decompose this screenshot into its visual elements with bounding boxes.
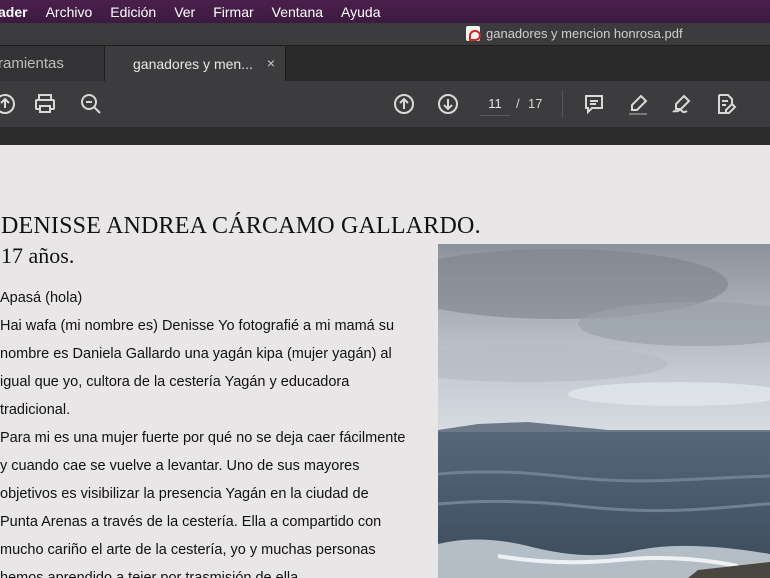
app-menu[interactable]: ader <box>0 4 37 20</box>
tab-document-label: ganadores y men... <box>133 56 253 72</box>
menu-firmar[interactable]: Firmar <box>204 4 262 20</box>
text-line: Punta Arenas a través de la cestería. El… <box>0 514 382 530</box>
text-line: y cuando cae se vuelve a levantar. Uno d… <box>0 458 360 474</box>
zoom-icon[interactable] <box>78 91 104 117</box>
window-title: ganadores y mencion honrosa.pdf <box>466 26 683 41</box>
seascape-photo <box>438 244 770 578</box>
tab-document[interactable]: ganadores y men... × <box>104 46 286 82</box>
document-page[interactable]: DENISSE ANDREA CÁRCAMO GALLARDO. 17 años… <box>0 145 770 578</box>
text-line: objetivos es visibilizar la presencia Ya… <box>0 486 369 502</box>
tab-tools[interactable]: ramientas <box>0 46 104 81</box>
comment-icon[interactable] <box>581 91 607 117</box>
page-separator: / <box>516 96 520 111</box>
text-line: nombre es Daniela Gallardo una yagán kip… <box>0 346 392 362</box>
toolbar: / 17 <box>0 81 770 127</box>
document-body: Apasá (hola) Hai wafa (mi nombre es) Den… <box>0 288 432 578</box>
menu-bar: ader Archivo Edición Ver Firmar Ventana … <box>0 0 770 23</box>
edit-pdf-icon[interactable] <box>713 91 739 117</box>
page-number-input[interactable] <box>480 92 510 116</box>
text-line: mucho cariño el arte de la cestería, yo … <box>0 542 376 558</box>
text-line: tradicional. <box>0 402 71 418</box>
document-age: 17 años. <box>1 243 75 268</box>
text-line: Para mi es una mujer fuerte por qué no s… <box>0 430 406 446</box>
close-icon[interactable]: × <box>267 55 275 71</box>
menu-edicion[interactable]: Edición <box>101 4 165 20</box>
tab-bar: ramientas ganadores y men... × <box>0 45 770 82</box>
upload-icon[interactable] <box>0 91 18 117</box>
page-total: 17 <box>528 96 543 111</box>
tab-tools-label: ramientas <box>0 55 64 72</box>
menu-ver[interactable]: Ver <box>165 4 204 20</box>
text-line: Hai wafa (mi nombre es) Denisse Yo fotog… <box>0 318 395 334</box>
text-line: hemos aprendido a tejer por trasmisión d… <box>0 570 303 578</box>
menu-archivo[interactable]: Archivo <box>37 4 102 20</box>
page-up-icon[interactable] <box>391 91 417 117</box>
text-line: Apasá (hola) <box>0 290 83 306</box>
pdf-file-icon <box>466 26 481 41</box>
highlight-icon[interactable] <box>625 91 651 117</box>
sign-icon[interactable] <box>669 91 695 117</box>
menu-ventana[interactable]: Ventana <box>263 4 332 20</box>
window-title-bar: ganadores y mencion honrosa.pdf <box>0 23 770 45</box>
text-line: igual que yo, cultora de la cestería Yag… <box>0 374 350 390</box>
page-down-icon[interactable] <box>435 91 461 117</box>
toolbar-divider <box>562 90 563 118</box>
document-heading: DENISSE ANDREA CÁRCAMO GALLARDO. <box>1 213 481 239</box>
window-title-text: ganadores y mencion honrosa.pdf <box>486 26 683 41</box>
menu-ayuda[interactable]: Ayuda <box>332 4 389 20</box>
toolbar-shadow-strip <box>0 127 770 145</box>
print-icon[interactable] <box>32 91 58 117</box>
